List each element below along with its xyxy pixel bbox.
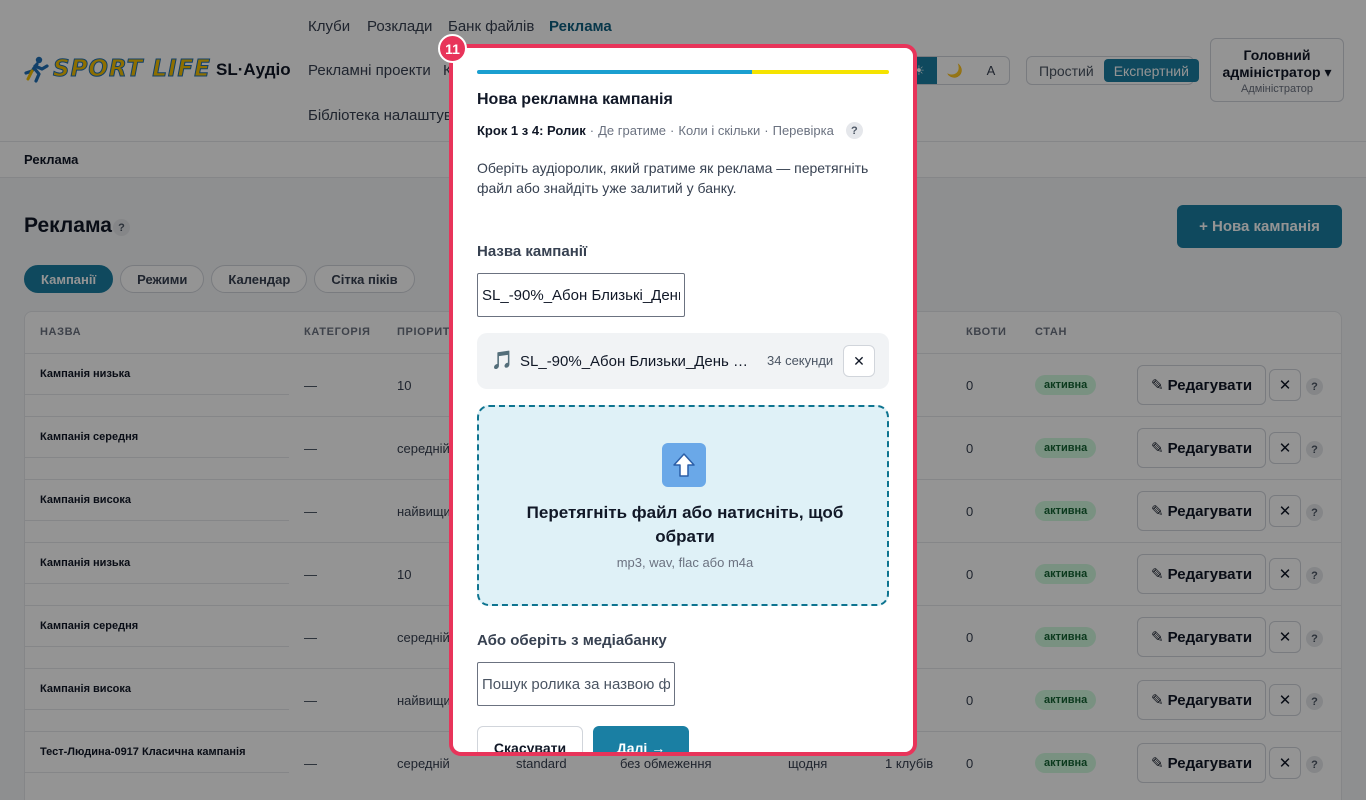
step-number-badge: 11	[438, 34, 467, 63]
file-duration: 34 секунди	[767, 353, 834, 368]
campaign-name-input[interactable]	[477, 273, 685, 317]
upload-arrow-icon	[662, 443, 706, 487]
campaign-name-label: Назва кампанії	[477, 243, 588, 260]
step-when: Коли і скільки	[678, 123, 761, 138]
media-bank-label: Або оберіть з медіабанку	[477, 632, 667, 649]
dropzone-formats: mp3, wav, flac або m4a	[616, 555, 754, 570]
step-current: Крок 1 з 4: Ролик	[477, 123, 586, 138]
step-review: Перевірка	[772, 123, 834, 138]
next-button[interactable]: Далі →	[593, 726, 689, 752]
step-separator: ·	[589, 123, 595, 138]
new-campaign-dialog: Нова рекламна кампанія Крок 1 з 4: Ролик…	[453, 48, 913, 752]
progress-remaining	[752, 70, 889, 74]
dialog-title: Нова рекламна кампанія	[477, 91, 673, 108]
wizard-steps: Крок 1 з 4: Ролик · Де гратиме · Коли і …	[477, 122, 863, 139]
step-where: Де гратиме	[598, 123, 667, 138]
progress-done	[477, 70, 752, 74]
selected-file-name: SL_-90%_Абон Близьки_День матері	[520, 353, 755, 370]
step-separator: ·	[764, 123, 769, 138]
file-dropzone[interactable]: Перетягніть файл або натисніть, щоб обра…	[477, 405, 889, 606]
dialog-description: Оберіть аудіоролик, який гратиме як рекл…	[477, 160, 869, 196]
selected-file-card: 🎵 SL_-90%_Абон Близьки_День матері 34 се…	[477, 333, 889, 389]
dropzone-title: Перетягніть файл або натисніть, щоб обра…	[526, 503, 844, 546]
media-search-input[interactable]	[477, 662, 675, 706]
step-separator: ·	[670, 123, 675, 138]
cancel-button[interactable]: Скасувати	[477, 726, 583, 752]
help-icon[interactable]: ?	[845, 122, 863, 139]
remove-file-button[interactable]: ✕	[843, 345, 875, 377]
wizard-progress	[477, 70, 889, 74]
music-note-icon: 🎵	[491, 350, 514, 370]
